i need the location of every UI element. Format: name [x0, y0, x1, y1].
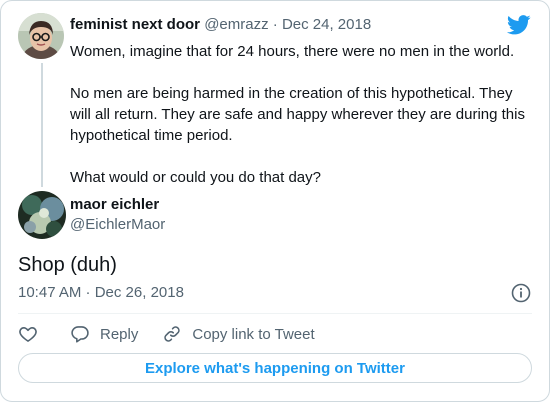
- divider: [18, 313, 532, 314]
- heart-icon: [19, 327, 37, 342]
- separator-dot: ·: [272, 16, 278, 33]
- reply-author-name[interactable]: maor eichler: [70, 196, 159, 213]
- explore-twitter-button[interactable]: Explore what's happening on Twitter: [18, 353, 532, 383]
- reply-timestamp[interactable]: 10:47 AM · Dec 26, 2018: [18, 284, 184, 301]
- tweet-actions-bar: Reply Copy link to Tweet: [18, 321, 315, 347]
- reply-tweet-text: Shop (duh): [18, 254, 117, 276]
- avatar-feminist-next-door[interactable]: [18, 13, 64, 59]
- like-button[interactable]: [18, 324, 38, 344]
- quoted-paragraph: Women, imagine that for 24 hours, there …: [70, 43, 515, 60]
- embedded-tweet-card: feminist next door @emrazz · Dec 24, 201…: [0, 0, 550, 402]
- reply-button[interactable]: Reply: [70, 324, 138, 344]
- thread-connector-line: [41, 63, 43, 187]
- quoted-author-handle[interactable]: @emrazz: [204, 16, 268, 33]
- twitter-bird-icon[interactable]: [506, 15, 531, 35]
- quoted-paragraph: No men are being harmed in the creation …: [70, 85, 525, 144]
- quoted-tweet-text: Women, imagine that for 24 hours, there …: [70, 41, 530, 209]
- avatar-maor-eichler[interactable]: [18, 191, 66, 239]
- quoted-paragraph: What would or could you do that day?: [70, 169, 321, 186]
- quoted-tweet-date[interactable]: Dec 24, 2018: [282, 16, 371, 33]
- info-icon[interactable]: [511, 283, 531, 303]
- quoted-author-line[interactable]: feminist next door @emrazz · Dec 24, 201…: [70, 16, 371, 33]
- link-icon: [164, 326, 181, 342]
- reply-bubble-icon: [71, 326, 89, 343]
- reply-label: Reply: [100, 325, 139, 343]
- copy-link-label: Copy link to Tweet: [192, 325, 315, 343]
- quoted-author-name[interactable]: feminist next door: [70, 16, 200, 33]
- copy-link-button[interactable]: Copy link to Tweet: [162, 324, 315, 344]
- reply-author-handle[interactable]: @EichlerMaor: [70, 216, 165, 233]
